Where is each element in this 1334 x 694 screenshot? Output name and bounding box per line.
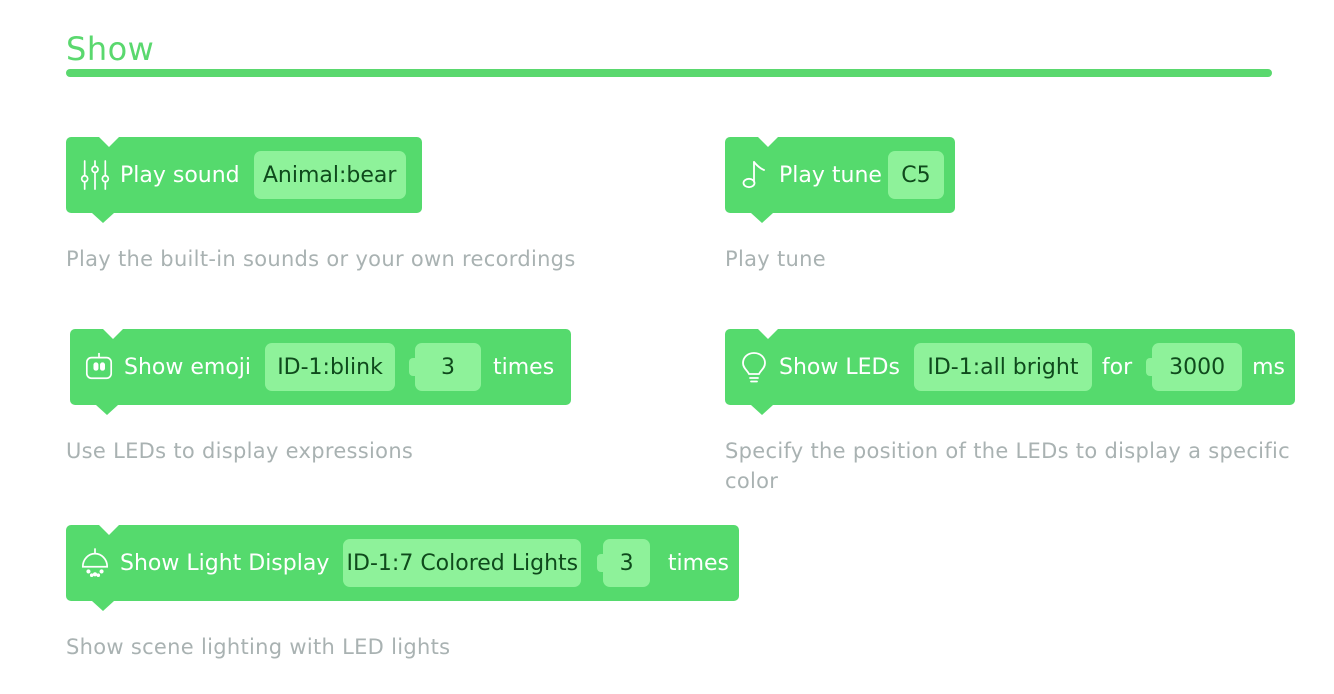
play-tune-block[interactable]: Play tune C5	[725, 136, 955, 223]
tune-dropdown[interactable]: C5	[887, 151, 944, 199]
block-label: Show Light Display	[120, 550, 330, 576]
show-light-display-description: Show scene lighting with LED lights	[66, 635, 451, 659]
emoji-dropdown[interactable]: ID-1:blink	[265, 343, 396, 391]
lightbulb-icon	[739, 350, 769, 384]
block-label: Play sound	[120, 162, 240, 188]
section-title: Show	[66, 30, 155, 68]
show-emoji-block[interactable]: Show emoji ID-1:blink 3 times	[70, 328, 571, 415]
ceiling-lamp-icon	[80, 546, 110, 580]
block-suffix: ms	[1252, 354, 1286, 380]
block-label: Play tune	[779, 162, 882, 188]
show-light-display-block[interactable]: Show Light Display ID-1:7 Colored Lights…	[66, 524, 739, 611]
emoji-repeat-input[interactable]: 3	[409, 343, 482, 391]
block-suffix: times	[667, 550, 729, 576]
section-divider	[66, 69, 1272, 77]
show-leds-description: Specify the position of the LEDs to disp…	[725, 439, 1290, 493]
block-label: Show emoji	[124, 354, 252, 380]
sound-dropdown[interactable]: Animal:bear	[253, 151, 406, 199]
music-note-icon	[739, 158, 769, 192]
block-suffix: times	[493, 354, 555, 380]
sliders-icon	[80, 158, 110, 192]
show-leds-block[interactable]: Show LEDs ID-1:all bright for 3000 ms	[725, 328, 1295, 415]
light-display-dropdown[interactable]: ID-1:7 Colored Lights	[343, 539, 582, 587]
light-display-repeat-input[interactable]: 3	[597, 539, 650, 587]
block-label: Show LEDs	[779, 354, 900, 380]
block-connector: for	[1101, 354, 1133, 380]
leds-dropdown[interactable]: ID-1:all bright	[913, 343, 1092, 391]
play-sound-description: Play the built-in sounds or your own rec…	[66, 247, 576, 271]
leds-duration-input[interactable]: 3000	[1146, 343, 1243, 391]
robot-face-icon	[84, 350, 114, 384]
play-sound-block[interactable]: Play sound Animal:bear	[66, 136, 422, 223]
play-tune-description: Play tune	[725, 247, 826, 271]
show-emoji-description: Use LEDs to display expressions	[66, 439, 414, 463]
